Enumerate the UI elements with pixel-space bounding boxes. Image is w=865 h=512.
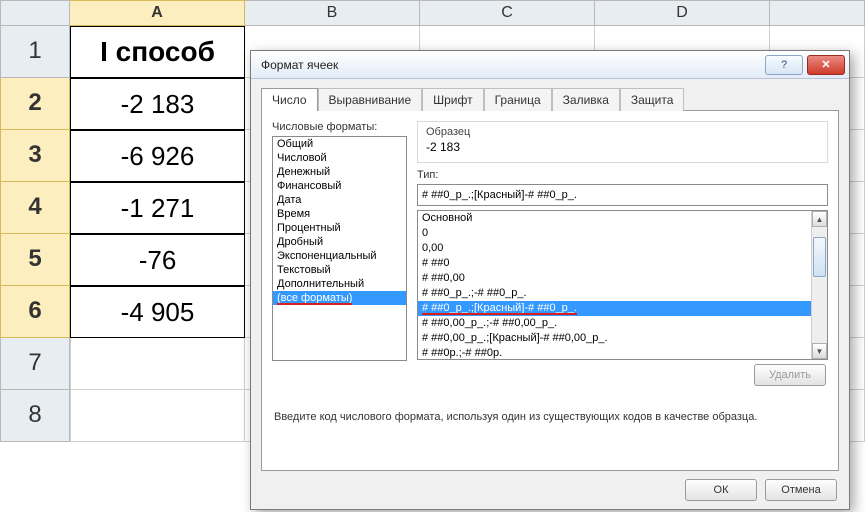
tab-border[interactable]: Граница [484, 88, 552, 111]
cell-a2[interactable]: -2 183 [70, 78, 245, 130]
sample-value: -2 183 [426, 138, 819, 154]
column-header-e[interactable] [770, 0, 865, 26]
scroll-down-icon[interactable]: ▼ [812, 343, 827, 359]
hint-text: Введите код числового формата, используя… [274, 411, 826, 423]
column-header-row: A B C D [0, 0, 865, 26]
dialog-title: Формат ячеек [261, 58, 761, 72]
column-header-d[interactable]: D [595, 0, 770, 26]
tab-font[interactable]: Шрифт [422, 88, 483, 111]
cancel-button[interactable]: Отмена [765, 479, 837, 501]
row-header-3[interactable]: 3 [0, 130, 70, 182]
type-label: Тип: [417, 169, 828, 181]
format-item-custom[interactable]: (все форматы) [273, 291, 406, 305]
column-header-c[interactable]: C [420, 0, 595, 26]
cell-a7[interactable] [70, 338, 245, 390]
cell-a6[interactable]: -4 905 [70, 286, 245, 338]
type-input[interactable] [417, 184, 828, 206]
scroll-thumb[interactable] [813, 237, 826, 277]
row-header-4[interactable]: 4 [0, 182, 70, 234]
row-header-1[interactable]: 1 [0, 26, 70, 78]
tab-fill[interactable]: Заливка [552, 88, 620, 111]
type-item-9[interactable]: # ##0р.;-# ##0р. [418, 346, 827, 360]
row-header-6[interactable]: 6 [0, 286, 70, 338]
sample-label: Образец [426, 126, 819, 138]
format-item-fraction[interactable]: Дробный [273, 235, 406, 249]
format-item-percentage[interactable]: Процентный [273, 221, 406, 235]
row-header-5[interactable]: 5 [0, 234, 70, 286]
sample-box: Образец -2 183 [417, 121, 828, 163]
format-cells-dialog: Формат ячеек ? ✕ Число Выравнивание Шриф… [250, 50, 850, 510]
format-item-time[interactable]: Время [273, 207, 406, 221]
row-header-2[interactable]: 2 [0, 78, 70, 130]
cell-a5[interactable]: -76 [70, 234, 245, 286]
ok-button[interactable]: ОК [685, 479, 757, 501]
tab-alignment[interactable]: Выравнивание [318, 88, 423, 111]
type-item-2[interactable]: 0,00 [418, 241, 827, 256]
type-item-0[interactable]: Основной [418, 211, 827, 226]
scroll-up-icon[interactable]: ▲ [812, 211, 827, 227]
format-item-text[interactable]: Текстовый [273, 263, 406, 277]
select-all-corner[interactable] [0, 0, 70, 26]
format-item-currency[interactable]: Денежный [273, 165, 406, 179]
row-header-7[interactable]: 7 [0, 338, 70, 390]
type-list[interactable]: Основной 0 0,00 # ##0 # ##0,00 # ##0_р_.… [417, 210, 828, 360]
row-header-8[interactable]: 8 [0, 390, 70, 442]
tab-number[interactable]: Число [261, 88, 318, 111]
dialog-titlebar[interactable]: Формат ячеек ? ✕ [251, 51, 849, 79]
formats-label: Числовые форматы: [272, 121, 407, 133]
cell-a1[interactable]: I способ [70, 26, 245, 78]
tab-protection[interactable]: Защита [620, 88, 685, 111]
type-item-6[interactable]: # ##0_р_.;[Красный]-# ##0_р_. [418, 301, 827, 316]
number-formats-list[interactable]: Общий Числовой Денежный Финансовый Дата … [272, 136, 407, 361]
cell-a8[interactable] [70, 390, 245, 442]
type-item-5[interactable]: # ##0_р_.;-# ##0_р_. [418, 286, 827, 301]
type-item-3[interactable]: # ##0 [418, 256, 827, 271]
type-item-1[interactable]: 0 [418, 226, 827, 241]
column-header-a[interactable]: A [70, 0, 245, 26]
delete-button[interactable]: Удалить [754, 364, 826, 386]
scroll-track[interactable] [812, 227, 827, 343]
type-list-scrollbar[interactable]: ▲ ▼ [811, 211, 827, 359]
format-item-date[interactable]: Дата [273, 193, 406, 207]
format-item-general[interactable]: Общий [273, 137, 406, 151]
close-button[interactable]: ✕ [807, 55, 845, 75]
format-item-scientific[interactable]: Экспоненциальный [273, 249, 406, 263]
type-item-8[interactable]: # ##0,00_р_.;[Красный]-# ##0,00_р_. [418, 331, 827, 346]
help-button[interactable]: ? [765, 55, 803, 75]
tabstrip: Число Выравнивание Шрифт Граница Заливка… [251, 79, 849, 110]
cell-a3[interactable]: -6 926 [70, 130, 245, 182]
format-item-accounting[interactable]: Финансовый [273, 179, 406, 193]
format-item-special[interactable]: Дополнительный [273, 277, 406, 291]
type-item-4[interactable]: # ##0,00 [418, 271, 827, 286]
dialog-buttons: ОК Отмена [685, 479, 837, 501]
cell-a4[interactable]: -1 271 [70, 182, 245, 234]
format-item-number[interactable]: Числовой [273, 151, 406, 165]
type-item-7[interactable]: # ##0,00_р_.;-# ##0,00_р_. [418, 316, 827, 331]
tab-body-number: Числовые форматы: Общий Числовой Денежны… [261, 111, 839, 471]
column-header-b[interactable]: B [245, 0, 420, 26]
